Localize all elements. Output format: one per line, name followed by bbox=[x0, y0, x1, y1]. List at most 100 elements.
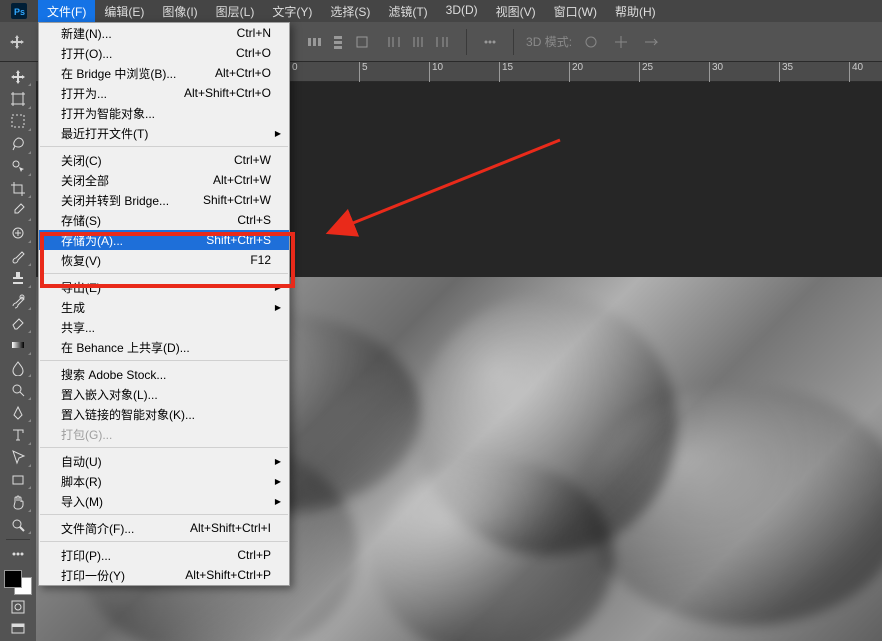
menu-item-label: 打开为智能对象... bbox=[61, 105, 271, 122]
stamp-tool[interactable] bbox=[4, 268, 32, 289]
menu-item[interactable]: 置入链接的智能对象(K)... bbox=[39, 404, 289, 424]
svg-text:Ps: Ps bbox=[14, 7, 25, 17]
distribute-left-icon[interactable] bbox=[383, 31, 405, 53]
menu-item[interactable]: 存储(S)Ctrl+S bbox=[39, 210, 289, 230]
color-swatches[interactable] bbox=[3, 569, 33, 596]
menu-item-label: 搜索 Adobe Stock... bbox=[61, 366, 271, 383]
menu-item[interactable]: 搜索 Adobe Stock... bbox=[39, 364, 289, 384]
menu-separator bbox=[40, 360, 288, 361]
type-tool[interactable] bbox=[4, 424, 32, 445]
separator bbox=[466, 29, 467, 55]
screen-mode-icon[interactable] bbox=[4, 619, 32, 640]
menu-item-label: 恢复(V) bbox=[61, 252, 250, 269]
menu-item-shortcut: Ctrl+P bbox=[237, 548, 271, 562]
quick-mask-icon[interactable] bbox=[4, 596, 32, 617]
artboard-tool[interactable] bbox=[4, 88, 32, 109]
menu-item[interactable]: 图层(L) bbox=[207, 0, 264, 23]
menu-item[interactable]: 打印一份(Y)Alt+Shift+Ctrl+P bbox=[39, 565, 289, 585]
menu-item[interactable]: 视图(V) bbox=[487, 0, 545, 23]
eraser-tool[interactable] bbox=[4, 312, 32, 333]
menu-item[interactable]: 在 Behance 上共享(D)... bbox=[39, 337, 289, 357]
rectangle-tool[interactable] bbox=[4, 469, 32, 490]
menu-item[interactable]: 编辑(E) bbox=[95, 0, 153, 23]
distribute-icon[interactable] bbox=[351, 31, 373, 53]
quick-select-tool[interactable] bbox=[4, 156, 32, 177]
3d-orbit-icon[interactable] bbox=[580, 31, 602, 53]
menu-item[interactable]: 文字(Y) bbox=[263, 0, 321, 23]
lasso-tool[interactable] bbox=[4, 133, 32, 154]
ruler-tick: 10 bbox=[429, 62, 443, 82]
menu-item-label: 文件简介(F)... bbox=[61, 520, 190, 537]
menu-item[interactable]: 最近打开文件(T) bbox=[39, 123, 289, 143]
3d-mode-label: 3D 模式: bbox=[526, 33, 572, 50]
menu-item[interactable]: 脚本(R) bbox=[39, 471, 289, 491]
crop-tool[interactable] bbox=[4, 178, 32, 199]
menu-item[interactable]: 在 Bridge 中浏览(B)...Alt+Ctrl+O bbox=[39, 63, 289, 83]
menu-item[interactable]: 导出(E) bbox=[39, 277, 289, 297]
menu-item-label: 自动(U) bbox=[61, 453, 271, 470]
menu-item[interactable]: 窗口(W) bbox=[545, 0, 606, 23]
3d-pan-icon[interactable] bbox=[610, 31, 632, 53]
menu-separator bbox=[40, 447, 288, 448]
menu-item-label: 脚本(R) bbox=[61, 473, 271, 490]
ruler-tick: 40 bbox=[849, 62, 863, 82]
menu-item[interactable]: 关闭全部Alt+Ctrl+W bbox=[39, 170, 289, 190]
eyedropper-tool[interactable] bbox=[4, 200, 32, 221]
menu-item[interactable]: 滤镜(T) bbox=[379, 0, 436, 23]
menu-item[interactable]: 共享... bbox=[39, 317, 289, 337]
distribute-right-icon[interactable] bbox=[431, 31, 453, 53]
menu-item-shortcut: Alt+Ctrl+W bbox=[213, 173, 271, 187]
menu-item[interactable]: 恢复(V)F12 bbox=[39, 250, 289, 270]
menu-item[interactable]: 帮助(H) bbox=[606, 0, 665, 23]
menu-item[interactable]: 存储为(A)...Shift+Ctrl+S bbox=[39, 230, 289, 250]
distribute-center-icon[interactable] bbox=[407, 31, 429, 53]
menu-item[interactable]: 打开(O)...Ctrl+O bbox=[39, 43, 289, 63]
dodge-tool[interactable] bbox=[4, 379, 32, 400]
zoom-tool[interactable] bbox=[4, 514, 32, 535]
menu-item-label: 置入嵌入对象(L)... bbox=[61, 386, 271, 403]
menu-item-label: 存储为(A)... bbox=[61, 232, 206, 249]
menu-item[interactable]: 新建(N)...Ctrl+N bbox=[39, 23, 289, 43]
distribute-h-icon[interactable] bbox=[303, 31, 325, 53]
menu-item[interactable]: 打开为...Alt+Shift+Ctrl+O bbox=[39, 83, 289, 103]
menu-item[interactable]: 生成 bbox=[39, 297, 289, 317]
menu-item[interactable]: 文件(F) bbox=[38, 0, 95, 23]
menu-item[interactable]: 选择(S) bbox=[321, 0, 379, 23]
marquee-tool[interactable] bbox=[4, 111, 32, 132]
menu-item[interactable]: 文件简介(F)...Alt+Shift+Ctrl+I bbox=[39, 518, 289, 538]
ruler-tick: 15 bbox=[499, 62, 513, 82]
history-brush-tool[interactable] bbox=[4, 290, 32, 311]
brush-tool[interactable] bbox=[4, 245, 32, 266]
menu-item: 打包(G)... bbox=[39, 424, 289, 444]
3d-slide-icon[interactable] bbox=[640, 31, 662, 53]
menu-item[interactable]: 关闭并转到 Bridge...Shift+Ctrl+W bbox=[39, 190, 289, 210]
menu-item-label: 在 Behance 上共享(D)... bbox=[61, 339, 271, 356]
foreground-swatch[interactable] bbox=[4, 570, 22, 588]
ruler-tick: 0 bbox=[289, 62, 298, 82]
menu-item[interactable]: 置入嵌入对象(L)... bbox=[39, 384, 289, 404]
menu-item[interactable]: 自动(U) bbox=[39, 451, 289, 471]
menu-item[interactable]: 打开为智能对象... bbox=[39, 103, 289, 123]
edit-toolbar-icon[interactable] bbox=[4, 543, 32, 564]
ruler-tick: 25 bbox=[639, 62, 653, 82]
app-logo: Ps bbox=[0, 0, 38, 22]
menu-item[interactable]: 关闭(C)Ctrl+W bbox=[39, 150, 289, 170]
menu-item-shortcut: Alt+Shift+Ctrl+I bbox=[190, 521, 271, 535]
spot-heal-tool[interactable] bbox=[4, 223, 32, 244]
menu-item[interactable]: 打印(P)...Ctrl+P bbox=[39, 545, 289, 565]
distribute-v-icon[interactable] bbox=[327, 31, 349, 53]
path-select-tool[interactable] bbox=[4, 447, 32, 468]
menu-item[interactable]: 3D(D) bbox=[437, 0, 487, 23]
menu-item-label: 新建(N)... bbox=[61, 25, 237, 42]
hand-tool[interactable] bbox=[4, 491, 32, 512]
move-tool[interactable] bbox=[4, 66, 32, 87]
menu-item-label: 存储(S) bbox=[61, 212, 237, 229]
more-options-icon[interactable] bbox=[479, 31, 501, 53]
menu-item-shortcut: Ctrl+W bbox=[234, 153, 271, 167]
pen-tool[interactable] bbox=[4, 402, 32, 423]
menu-item[interactable]: 图像(I) bbox=[153, 0, 206, 23]
blur-tool[interactable] bbox=[4, 357, 32, 378]
menu-item[interactable]: 导入(M) bbox=[39, 491, 289, 511]
gradient-tool[interactable] bbox=[4, 335, 32, 356]
ruler-tick: 35 bbox=[779, 62, 793, 82]
